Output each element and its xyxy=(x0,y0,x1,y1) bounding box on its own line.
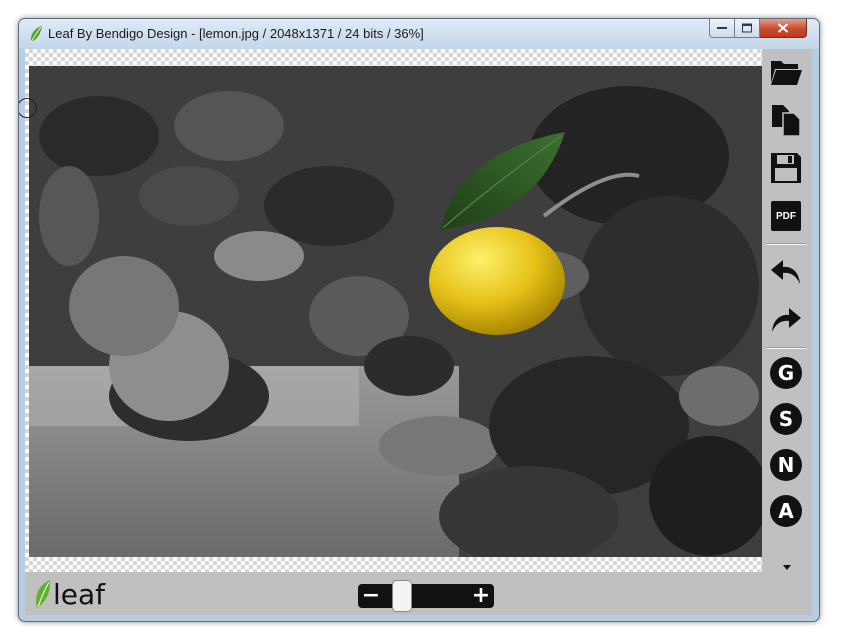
client-area: PDF G S N A leaf − + xyxy=(19,49,812,615)
s-icon: S xyxy=(770,403,802,435)
redo-button[interactable] xyxy=(767,301,805,339)
logo-text: leaf xyxy=(53,578,106,610)
s-button[interactable]: S xyxy=(767,400,805,438)
lemon-photo[interactable] xyxy=(29,66,762,557)
maximize-icon xyxy=(742,23,752,33)
undo-button[interactable] xyxy=(767,253,805,291)
app-window: Leaf By Bendigo Design - [lemon.jpg / 20… xyxy=(18,18,820,622)
title-bar[interactable]: Leaf By Bendigo Design - [lemon.jpg / 20… xyxy=(19,19,819,49)
g-icon: G xyxy=(770,357,802,389)
n-button[interactable]: N xyxy=(767,446,805,484)
g-button[interactable]: G xyxy=(767,354,805,392)
floppy-disk-icon xyxy=(771,153,801,183)
leaf-logo: leaf xyxy=(36,578,106,610)
maximize-button[interactable] xyxy=(735,19,760,38)
leaf-app-icon xyxy=(30,26,42,43)
tool-sidebar: PDF G S N A xyxy=(762,49,812,615)
open-button[interactable] xyxy=(767,53,805,91)
pdf-button[interactable]: PDF xyxy=(767,197,805,235)
n-icon: N xyxy=(770,449,802,481)
folder-open-icon xyxy=(771,61,802,85)
minimize-icon xyxy=(717,27,727,29)
image-canvas[interactable] xyxy=(19,49,762,572)
redo-arrow-icon xyxy=(772,308,801,332)
zoom-in-button[interactable]: + xyxy=(470,584,492,608)
window-title: Leaf By Bendigo Design - [lemon.jpg / 20… xyxy=(48,26,424,41)
cursor-ring xyxy=(19,98,37,118)
status-bar: leaf − + xyxy=(25,572,762,615)
toolbar-more-arrow-icon[interactable] xyxy=(783,565,791,570)
save-button[interactable] xyxy=(767,149,805,187)
zoom-slider[interactable]: − + xyxy=(358,580,494,612)
copy-button[interactable] xyxy=(767,101,805,139)
close-button[interactable] xyxy=(760,19,807,38)
a-button[interactable]: A xyxy=(767,492,805,530)
toolbar-separator xyxy=(766,347,806,349)
photo-illustration xyxy=(29,66,762,557)
copy-icon xyxy=(772,105,801,137)
toolbar-separator xyxy=(766,243,806,245)
minimize-button[interactable] xyxy=(709,19,735,38)
zoom-slider-thumb[interactable] xyxy=(391,580,412,612)
undo-arrow-icon xyxy=(771,260,800,284)
a-icon: A xyxy=(770,495,802,527)
pdf-icon: PDF xyxy=(771,201,801,231)
close-icon xyxy=(777,23,789,33)
zoom-out-button[interactable]: − xyxy=(360,584,382,608)
